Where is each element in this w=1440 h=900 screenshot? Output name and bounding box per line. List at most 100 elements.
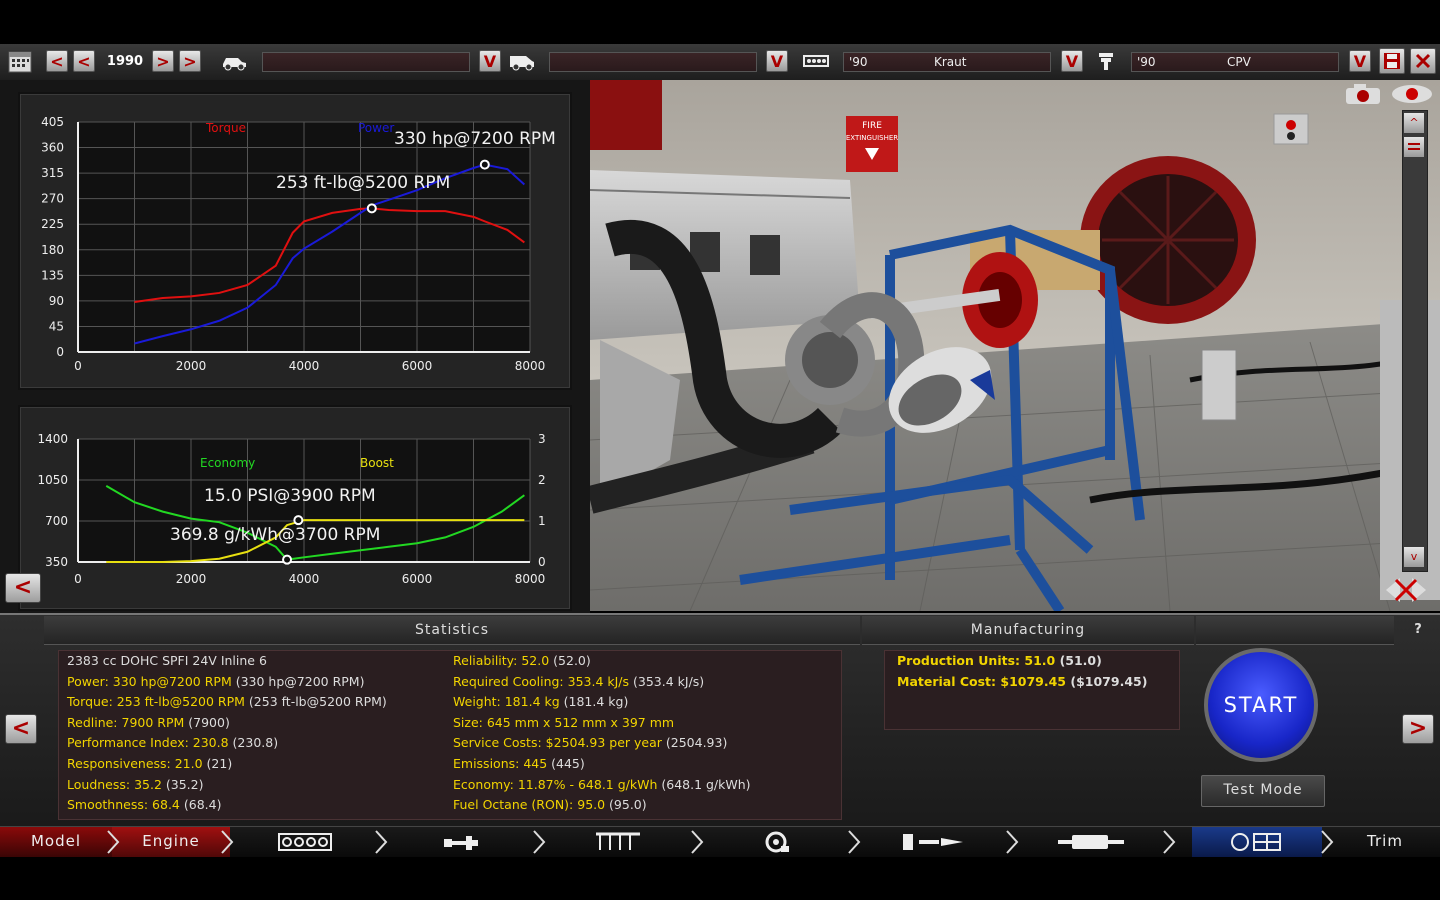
x-tick-label: 8000: [515, 572, 546, 586]
power-peak-marker: [479, 159, 490, 170]
legend-economy: Economy: [200, 456, 255, 470]
x-tick-label: 6000: [402, 359, 433, 373]
start-button[interactable]: START: [1204, 648, 1318, 762]
year-next-button[interactable]: >: [152, 50, 174, 72]
nav-turbo[interactable]: [720, 827, 832, 857]
nav-test[interactable]: [1192, 827, 1322, 857]
stat-right-label: Service Costs: $2504.93 per year: [453, 735, 662, 751]
stats-next-button[interactable]: >: [1402, 714, 1434, 744]
crank-icon: [444, 836, 478, 850]
stat-left-row: 2383 cc DOHC SPFI 24V Inline 6: [67, 651, 267, 671]
power-torque-chart: 405 360 315 270 225 180 135 90 45 0 0 2000 4000 6000 8…: [18, 92, 572, 390]
test-mode-button[interactable]: Test Mode: [1201, 775, 1325, 807]
torque-peak-marker: [366, 203, 377, 214]
torque-peak-label: 253 ft-lb@5200 RPM: [276, 173, 450, 193]
model-trim-dropdown-button[interactable]: V: [766, 50, 788, 72]
stat-right-label: Required Cooling: 353.4 kJ/s: [453, 673, 630, 689]
save-icon[interactable]: [1379, 48, 1405, 74]
stat-right-value: (52.0): [549, 653, 591, 668]
nav-chevron: [1163, 830, 1176, 854]
stat-right-value: (648.1 g/kWh): [657, 776, 751, 792]
test-icon: [1231, 833, 1281, 851]
stat-left-label: Redline: 7900 RPM: [67, 714, 185, 730]
stat-left-label: Responsiveness: 21.0: [67, 756, 203, 771]
stat-right-label: Weight: 181.4 kg: [453, 694, 560, 710]
stat-right-row: Economy: 11.87% - 648.1 g/kWh (648.1 g/k…: [453, 775, 751, 795]
chart-prev-button[interactable]: <: [5, 573, 41, 603]
scroll-down-icon[interactable]: v: [1404, 547, 1424, 567]
engine-variant-field[interactable]: '90 CPV: [1131, 52, 1339, 72]
y2-tick-label: 1: [538, 514, 546, 528]
engine-3d-viewport[interactable]: FIRE EXTINGUISHER ^ v: [590, 80, 1440, 611]
stat-right-row: Weight: 181.4 kg (181.4 kg): [453, 692, 628, 712]
stat-left-row: Performance Index: 230.8 (230.8): [67, 733, 278, 753]
nav-model[interactable]: Model: [0, 827, 112, 857]
nav-fuel[interactable]: [878, 827, 990, 857]
legend-boost: Boost: [360, 456, 394, 470]
y-tick-label: 90: [49, 294, 64, 308]
engine-family-field[interactable]: '90 Kraut: [843, 52, 1051, 72]
view-toggle-icon[interactable]: [1384, 574, 1428, 606]
year-value: 1990: [106, 54, 144, 69]
y-tick-label: 700: [45, 514, 68, 528]
stat-right-label: Size: 645 mm x 512 mm x 397 mm: [453, 714, 675, 730]
stat-left-row: Redline: 7900 RPM (7900): [67, 713, 230, 733]
x-tick-label: 4000: [289, 572, 320, 586]
stat-right-row: Emissions: 445 (445): [453, 754, 585, 774]
viewport-zoom-scrollbar[interactable]: ^ v: [1402, 110, 1428, 572]
y-tick-label: 315: [41, 166, 64, 180]
top-toolbar: < < 1990 > > V V '90 Kraut V '90 CPV V: [0, 44, 1440, 81]
engine-family-dropdown-button[interactable]: V: [1061, 50, 1083, 72]
nav-engine[interactable]: Engine: [112, 827, 230, 857]
eye-icon[interactable]: [1388, 82, 1436, 106]
boost-peak-label: 15.0 PSI@3900 RPM: [204, 486, 376, 506]
stat-right-label: Economy: 11.87% - 648.1 g/kWh: [453, 776, 658, 792]
y-tick-label: 350: [45, 555, 68, 569]
manufacturing-value: (51.0): [1055, 653, 1102, 668]
camera-icon[interactable]: [1342, 82, 1384, 106]
stat-left-value: (68.4): [179, 797, 222, 813]
stat-right-label: Fuel Octane (RON): 95.0: [453, 797, 606, 813]
nav-block[interactable]: [250, 827, 360, 857]
stat-left-row: Power: 330 hp@7200 RPM (330 hp@7200 RPM): [67, 672, 364, 692]
model-family-field[interactable]: [262, 52, 470, 72]
engine-block-icon: [802, 50, 830, 74]
manufacturing-value: ($1079.45): [1066, 673, 1148, 689]
engine-variant-name: CPV: [1227, 55, 1251, 69]
stat-left-label: Power: 330 hp@7200 RPM: [67, 673, 232, 689]
year-next-fast-button[interactable]: >: [179, 50, 201, 72]
block-icon: [278, 833, 332, 851]
engine-family-year: '90: [849, 55, 868, 69]
nav-chevron: [691, 830, 704, 854]
sign-extinguisher: EXTINGUISHER: [846, 134, 898, 142]
stat-right-value: (181.4 kg): [559, 694, 629, 710]
engine-variant-dropdown-button[interactable]: V: [1349, 50, 1371, 72]
stat-right-row: Reliability: 52.0 (52.0): [453, 651, 591, 671]
engine-variant-year: '90: [1137, 55, 1156, 69]
x-tick-label: 2000: [176, 572, 207, 586]
stats-prev-button[interactable]: <: [5, 714, 37, 744]
nav-valvetrain[interactable]: [562, 827, 674, 857]
help-button[interactable]: ?: [1398, 618, 1438, 642]
scroll-thumb[interactable]: [1404, 137, 1424, 157]
stat-right-value: (2504.93): [661, 735, 728, 751]
valvetrain-icon: [596, 832, 640, 850]
model-trim-field[interactable]: [549, 52, 757, 72]
scroll-up-icon[interactable]: ^: [1404, 113, 1424, 133]
nav-crank[interactable]: [405, 827, 515, 857]
stat-right-value: (353.4 kJ/s): [629, 673, 705, 689]
y-tick-label: 45: [49, 319, 64, 333]
nav-chevron: [1321, 830, 1334, 854]
calendar-icon[interactable]: [6, 50, 34, 74]
power-peak-label: 330 hp@7200 RPM: [394, 129, 556, 149]
stat-left-label: Loudness: 35.2: [67, 776, 162, 792]
y-tick-label: 1400: [37, 432, 68, 446]
nav-exhaust[interactable]: [1035, 827, 1147, 857]
year-prev-fast-button[interactable]: <: [46, 50, 68, 72]
nav-chevron: [848, 830, 861, 854]
year-prev-button[interactable]: <: [73, 50, 95, 72]
model-family-dropdown-button[interactable]: V: [479, 50, 501, 72]
close-icon[interactable]: [1410, 48, 1436, 74]
nav-trim[interactable]: Trim: [1340, 827, 1430, 857]
manufacturing-label: Production Units: 51.0: [897, 653, 1056, 668]
